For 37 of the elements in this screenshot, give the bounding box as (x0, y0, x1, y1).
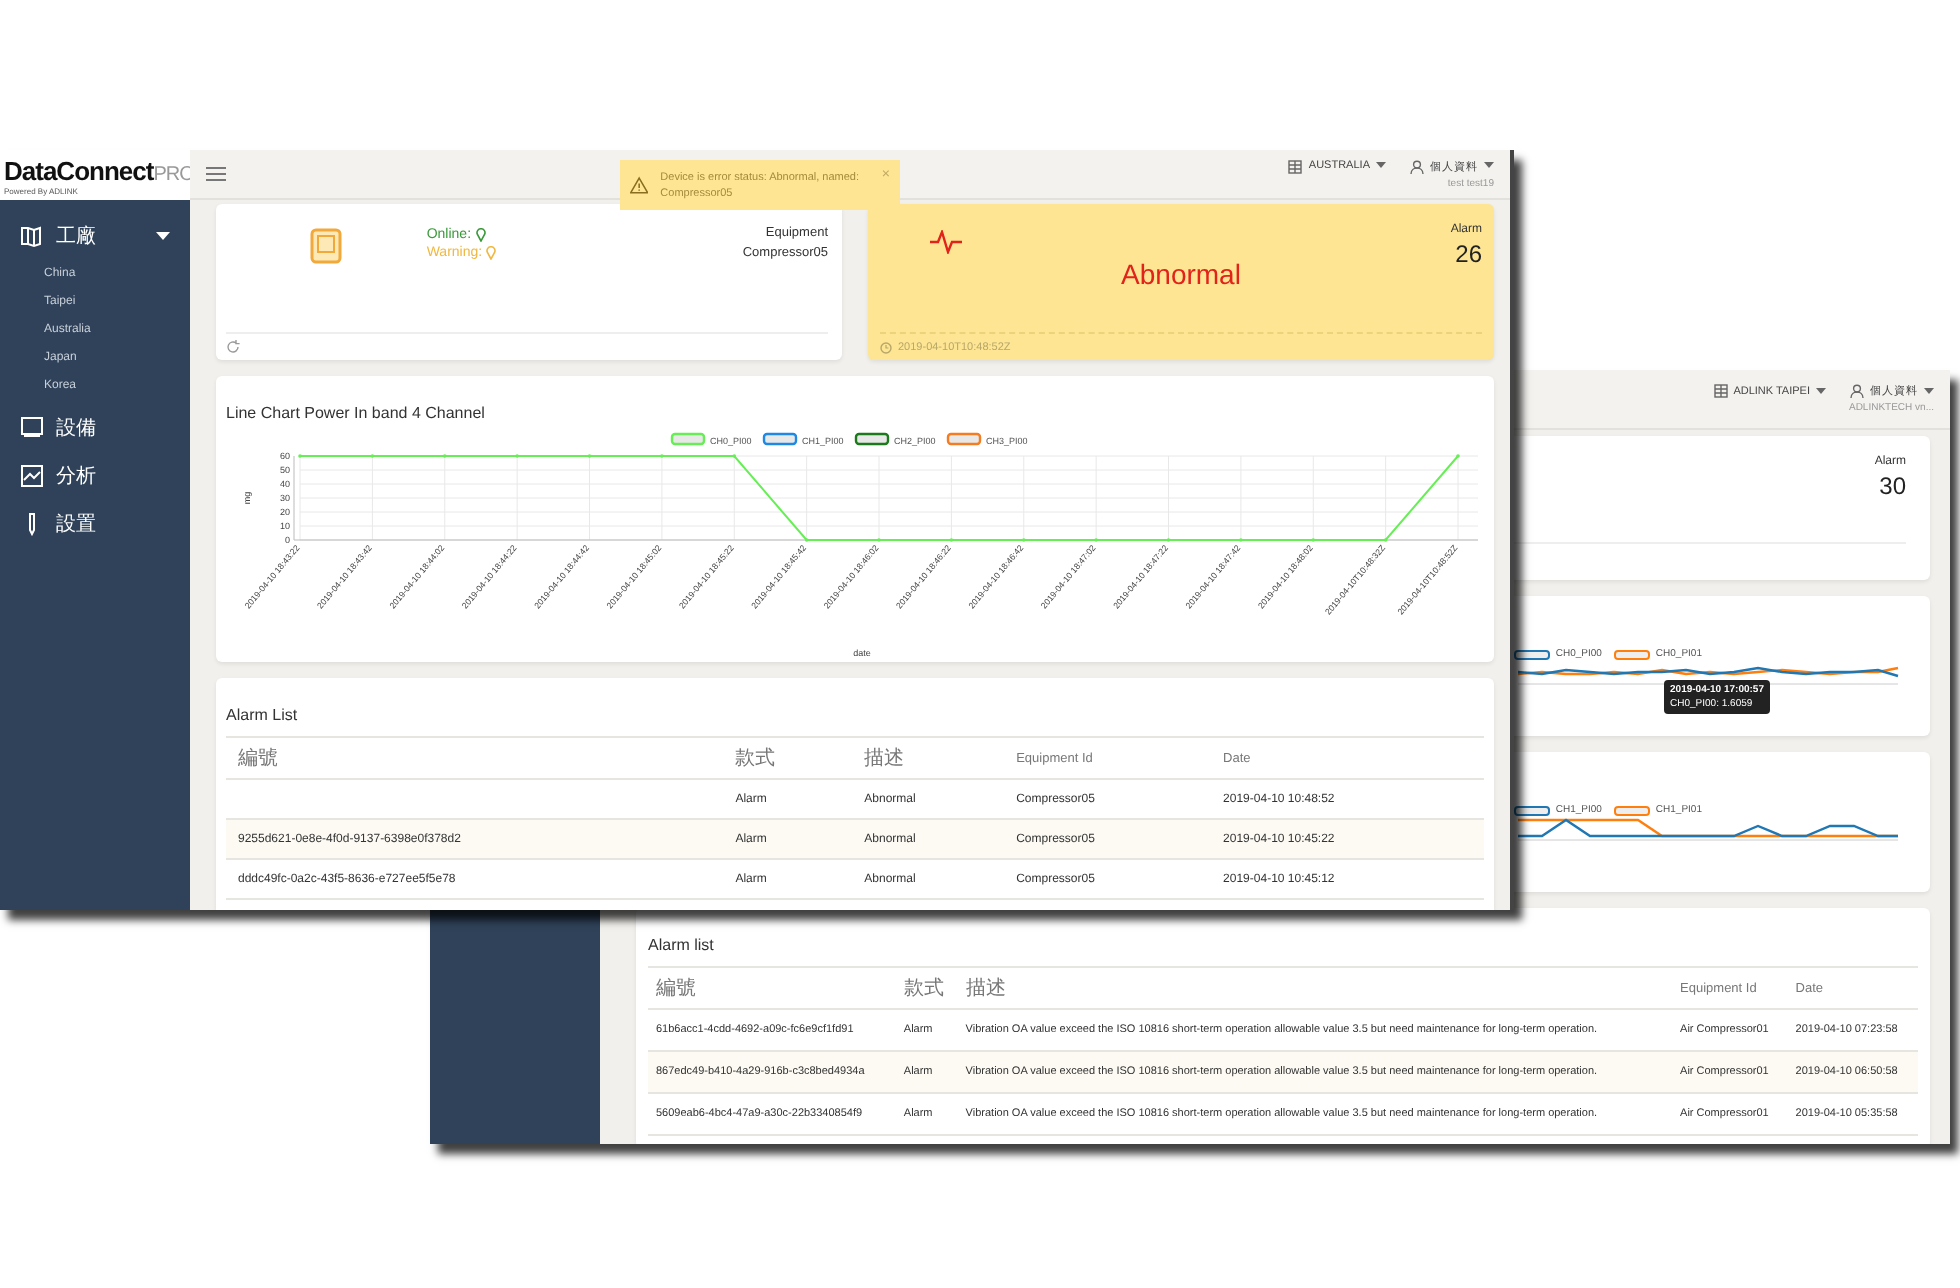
sidebar-item[interactable]: 設置 (56, 510, 96, 538)
card-title: Alarm list (648, 936, 714, 954)
caret-icon[interactable] (1484, 162, 1494, 170)
chart-icon[interactable] (20, 464, 44, 488)
sidebar-item[interactable]: 分析 (56, 462, 96, 490)
column-header: 編號 (648, 967, 896, 1009)
alarm-count: 30 (1879, 472, 1906, 500)
column-header: 描述 (957, 967, 1673, 1009)
column-header: 編號 (226, 737, 724, 779)
caret-icon[interactable] (1816, 387, 1826, 395)
chart-title: Line Chart Power In band 4 Channel (226, 404, 485, 422)
pin-icon (486, 246, 497, 260)
warning-icon (630, 174, 649, 196)
user-icon (1850, 384, 1864, 398)
clock-icon (880, 341, 892, 353)
heartbeat-icon (930, 230, 962, 254)
tablet-icon (310, 228, 343, 264)
caret-icon[interactable] (156, 231, 170, 241)
y-axis (293, 455, 295, 541)
status-text: Abnormal (1119, 256, 1243, 290)
map-icon[interactable] (20, 224, 44, 248)
refresh-icon[interactable] (226, 340, 240, 354)
user-icon (1410, 159, 1424, 173)
alarm-count: 26 (1455, 240, 1482, 268)
column-header: 描述 (852, 737, 1005, 779)
pin-icon (475, 228, 486, 242)
monitor-icon[interactable] (20, 416, 44, 440)
column-header: 款式 (895, 967, 958, 1009)
card-title: Alarm List (226, 706, 298, 724)
caret-icon[interactable] (1924, 387, 1934, 395)
sidebar-item[interactable]: 工廠 (56, 222, 96, 250)
building-icon (1713, 384, 1728, 398)
building-icon (1288, 159, 1303, 173)
menu-icon[interactable] (206, 166, 226, 182)
caret-icon[interactable] (1376, 162, 1386, 170)
column-header: 款式 (723, 737, 853, 779)
sidebar-item[interactable]: 設備 (56, 414, 96, 442)
